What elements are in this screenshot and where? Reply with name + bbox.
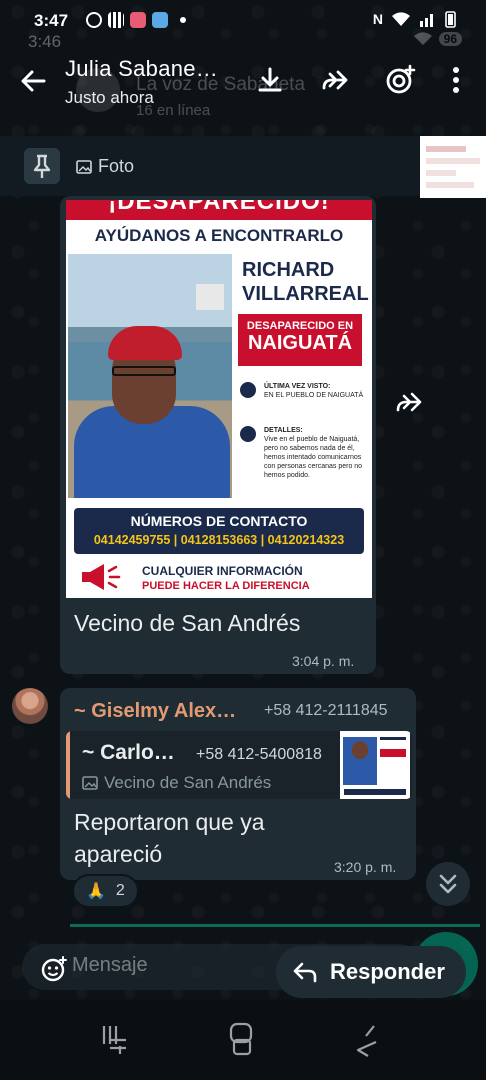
qr-notification-icon — [108, 12, 124, 28]
status-bar: 3:47 3:46 N 96 — [0, 0, 486, 51]
photo-icon — [76, 159, 92, 174]
contact-title: NÚMEROS DE CONTACTO — [130, 513, 308, 529]
add-status-icon[interactable] — [384, 64, 416, 96]
composer-divider — [70, 924, 480, 927]
image-caption: Vecino de San Andrés — [74, 610, 301, 636]
contact-numbers: 04142459755 | 04128153663 | 04120214323 — [93, 533, 345, 547]
pinned-label: Foto — [76, 156, 134, 177]
poster-subtitle: AYÚDANOS A ENCONTRARLO — [94, 226, 344, 245]
signal-icon — [420, 14, 433, 27]
poster-name: RICHARD VILLARREAL — [242, 258, 369, 306]
poster-missing-box: DESAPARECIDO EN NAIGUATÁ — [238, 314, 362, 366]
message-time: 3:04 p. m. — [292, 653, 355, 669]
forward-message-icon[interactable] — [390, 386, 430, 418]
message-time: 3:20 p. m. — [334, 859, 397, 875]
status-time: 3:47 — [34, 11, 69, 30]
poster-details: DETALLES: Vive en el pueblo de Naiguatá, … — [240, 426, 366, 480]
megaphone-icon — [82, 564, 121, 590]
missing-person-poster[interactable]: ¡DESAPARECIDO! AYÚDANOS A ENCONTRARLO RI… — [66, 200, 372, 598]
more-options-icon[interactable] — [440, 64, 472, 96]
location-pin-icon — [240, 382, 256, 398]
poster-info-line2: PUEDE HACER LA DIFERENCIA — [142, 580, 310, 592]
app2-notification-icon — [152, 12, 168, 28]
pray-emoji-icon: 🙏 — [86, 883, 106, 900]
poster-missing-place: NAIGUATÁ — [247, 332, 353, 354]
quoted-message[interactable]: ~ Carlo… +58 412-5400818 Vecino de San A… — [66, 731, 412, 799]
more-notifications-dot — [180, 17, 186, 23]
home-icon[interactable] — [222, 1020, 262, 1060]
sender-name[interactable]: ~ Giselmy Alex… — [74, 700, 236, 723]
quoted-caption: Vecino de San Andrés — [104, 773, 272, 792]
battery-icon — [445, 11, 456, 28]
forward-icon[interactable] — [318, 64, 350, 96]
message-placeholder: Mensaje — [72, 954, 148, 976]
sender-phone: +58 412-2111845 — [264, 702, 388, 719]
reply-arrow-icon — [293, 962, 317, 983]
poster-name-last: VILLARREAL — [242, 283, 369, 305]
scroll-to-bottom-button[interactable] — [426, 862, 470, 906]
nfc-icon: N — [372, 11, 383, 27]
sender-avatar[interactable] — [12, 688, 48, 724]
photo-icon — [82, 776, 98, 790]
info-icon — [240, 426, 256, 442]
back-arrow-icon[interactable] — [16, 64, 50, 98]
reaction-count: 2 — [115, 882, 125, 899]
contact-status: Justo ahora — [65, 88, 154, 107]
poster-missing-label: DESAPARECIDO EN — [246, 320, 354, 332]
back-nav-icon[interactable] — [348, 1020, 388, 1060]
quoted-sender: ~ Carlo… — [82, 741, 175, 764]
details-text: Vive en el pueblo de Naiguatá, pero no s… — [264, 436, 363, 479]
reply-label: Responder — [330, 959, 445, 984]
poster-info-line1: CUALQUIER INFORMACIÓN — [142, 564, 303, 578]
app-notification-icon — [130, 12, 146, 28]
contact-name[interactable]: Julia Sabane… — [65, 56, 218, 82]
message-text: Reportaron que ya apareció — [74, 809, 265, 867]
quoted-caption-row: Vecino de San Andrés — [82, 773, 271, 793]
poster-banner: ¡DESAPARECIDO! — [66, 200, 372, 220]
pin-icon — [24, 148, 60, 184]
details-title: DETALLES: — [264, 427, 303, 434]
double-chevron-down-icon — [439, 874, 457, 894]
reaction-badge[interactable]: 🙏 2 — [72, 874, 139, 908]
quote-accent-bar — [66, 731, 70, 799]
pinned-thumbnail — [420, 136, 486, 198]
poster-name-first: RICHARD — [242, 259, 335, 281]
poster-photo — [68, 254, 232, 498]
pinned-text: Foto — [98, 156, 135, 176]
system-status-icons: N — [373, 10, 456, 28]
reply-button[interactable]: Responder — [276, 946, 466, 998]
pinned-message-bar[interactable]: Foto — [0, 136, 486, 198]
recent-apps-icon[interactable] — [96, 1020, 136, 1060]
quoted-phone: +58 412-5400818 — [196, 746, 322, 763]
last-seen-title: ÚLTIMA VEZ VISTO: — [264, 383, 331, 390]
chat-header: La voz de Sabaneta 16 en línea Julia Sab… — [0, 44, 486, 120]
emoji-icon[interactable] — [40, 955, 68, 983]
system-navigation-bar — [0, 1000, 486, 1080]
poster-contact-box: NÚMEROS DE CONTACTO 04142459755 | 041281… — [74, 508, 364, 554]
poster-last-seen: ÚLTIMA VEZ VISTO: EN EL PUEBLO DE NAIGUAT… — [240, 382, 366, 400]
download-icon[interactable] — [254, 64, 286, 96]
whatsapp-notification-icon — [86, 12, 102, 28]
wifi-icon — [392, 12, 410, 26]
notification-icons — [86, 12, 186, 28]
last-seen-text: EN EL PUEBLO DE NAIGUATÁ — [264, 392, 364, 399]
quoted-thumbnail — [340, 731, 410, 799]
